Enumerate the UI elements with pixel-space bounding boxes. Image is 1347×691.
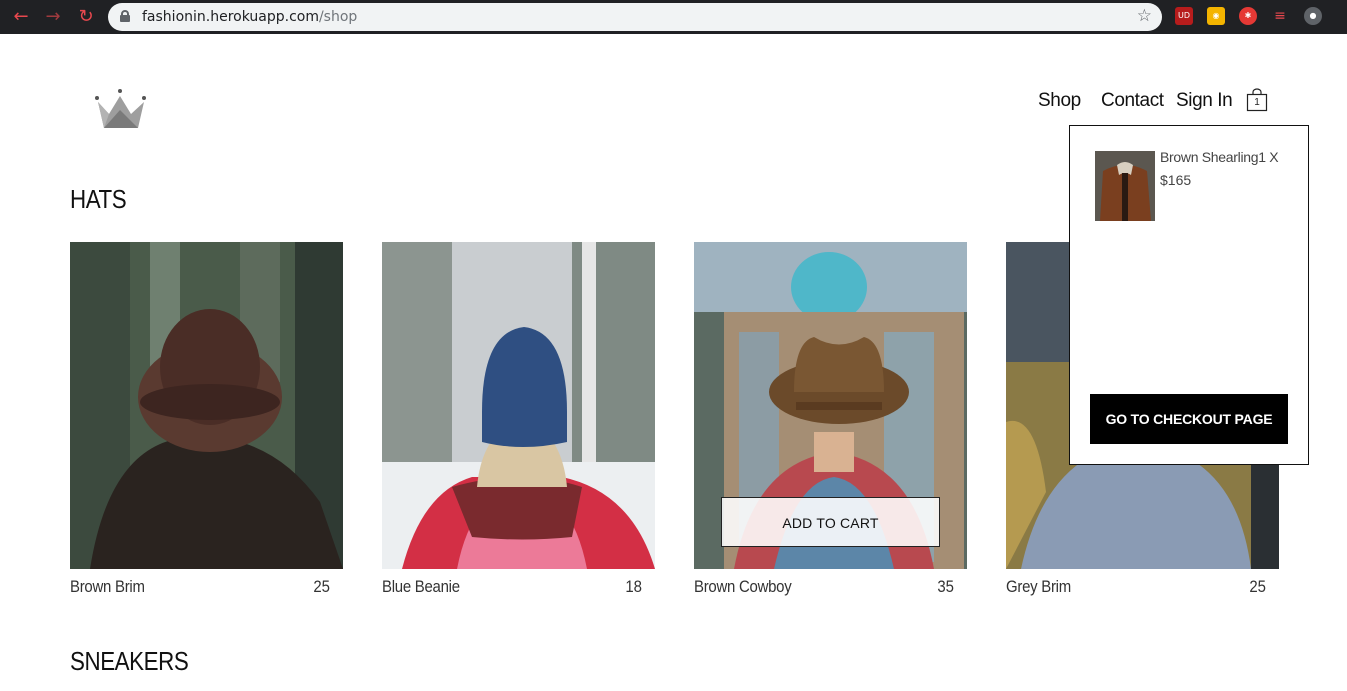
cart-count: 1 <box>1254 97 1260 108</box>
product-price: 35 <box>937 577 954 596</box>
product-card-blue-beanie[interactable] <box>382 242 655 569</box>
product-price: 18 <box>625 577 642 596</box>
nav-contact-link[interactable]: Contact <box>1101 90 1164 112</box>
globe-icon[interactable]: ● <box>1304 7 1322 25</box>
puzzle-extension-icon[interactable]: ✱ <box>1239 7 1257 25</box>
cart-item-price: $165 <box>1160 172 1192 188</box>
product-name: Grey Brim <box>1006 577 1071 596</box>
cart-item-image <box>1095 151 1155 221</box>
cart-bag-icon[interactable]: 1 <box>1246 88 1268 112</box>
checkout-button[interactable]: GO TO CHECKOUT PAGE <box>1090 394 1288 444</box>
hats-section-title: HATS <box>70 184 127 214</box>
media-queue-icon[interactable]: ≡ <box>1271 7 1289 25</box>
sneakers-section-title: SNEAKERS <box>70 646 189 676</box>
nav-sign-in-link[interactable]: Sign In <box>1176 90 1233 112</box>
nav-shop-link[interactable]: Shop <box>1038 90 1081 112</box>
crown-logo-icon[interactable] <box>94 88 148 132</box>
url-text: fashionin.herokuapp.com/shop <box>142 9 358 25</box>
product-image <box>382 242 655 569</box>
cart-item-name: Brown Shearling1 X <box>1160 149 1279 165</box>
product-name: Blue Beanie <box>382 577 460 596</box>
browser-toolbar: ← → ↻ fashionin.herokuapp.com/shop ☆ UD … <box>0 0 1347 34</box>
product-name: Brown Brim <box>70 577 145 596</box>
reload-icon[interactable]: ↻ <box>75 6 97 28</box>
product-image <box>70 242 343 569</box>
product-card-brown-brim[interactable] <box>70 242 343 569</box>
ublock-extension-icon[interactable]: UD <box>1175 7 1193 25</box>
lock-icon <box>120 10 130 22</box>
address-bar[interactable]: fashionin.herokuapp.com/shop ☆ <box>108 3 1162 31</box>
cart-dropdown: Brown Shearling1 X $165 GO TO CHECKOUT P… <box>1069 125 1309 465</box>
extension-icon[interactable]: ◉ <box>1207 7 1225 25</box>
bookmark-star-icon[interactable]: ☆ <box>1137 6 1152 26</box>
jacket-thumbnail <box>1095 151 1155 221</box>
forward-arrow-icon[interactable]: → <box>42 6 64 28</box>
add-to-cart-button[interactable]: ADD TO CART <box>721 497 940 547</box>
product-name: Brown Cowboy <box>694 577 792 596</box>
product-price: 25 <box>313 577 330 596</box>
product-price: 25 <box>1249 577 1266 596</box>
back-arrow-icon[interactable]: ← <box>10 6 32 28</box>
